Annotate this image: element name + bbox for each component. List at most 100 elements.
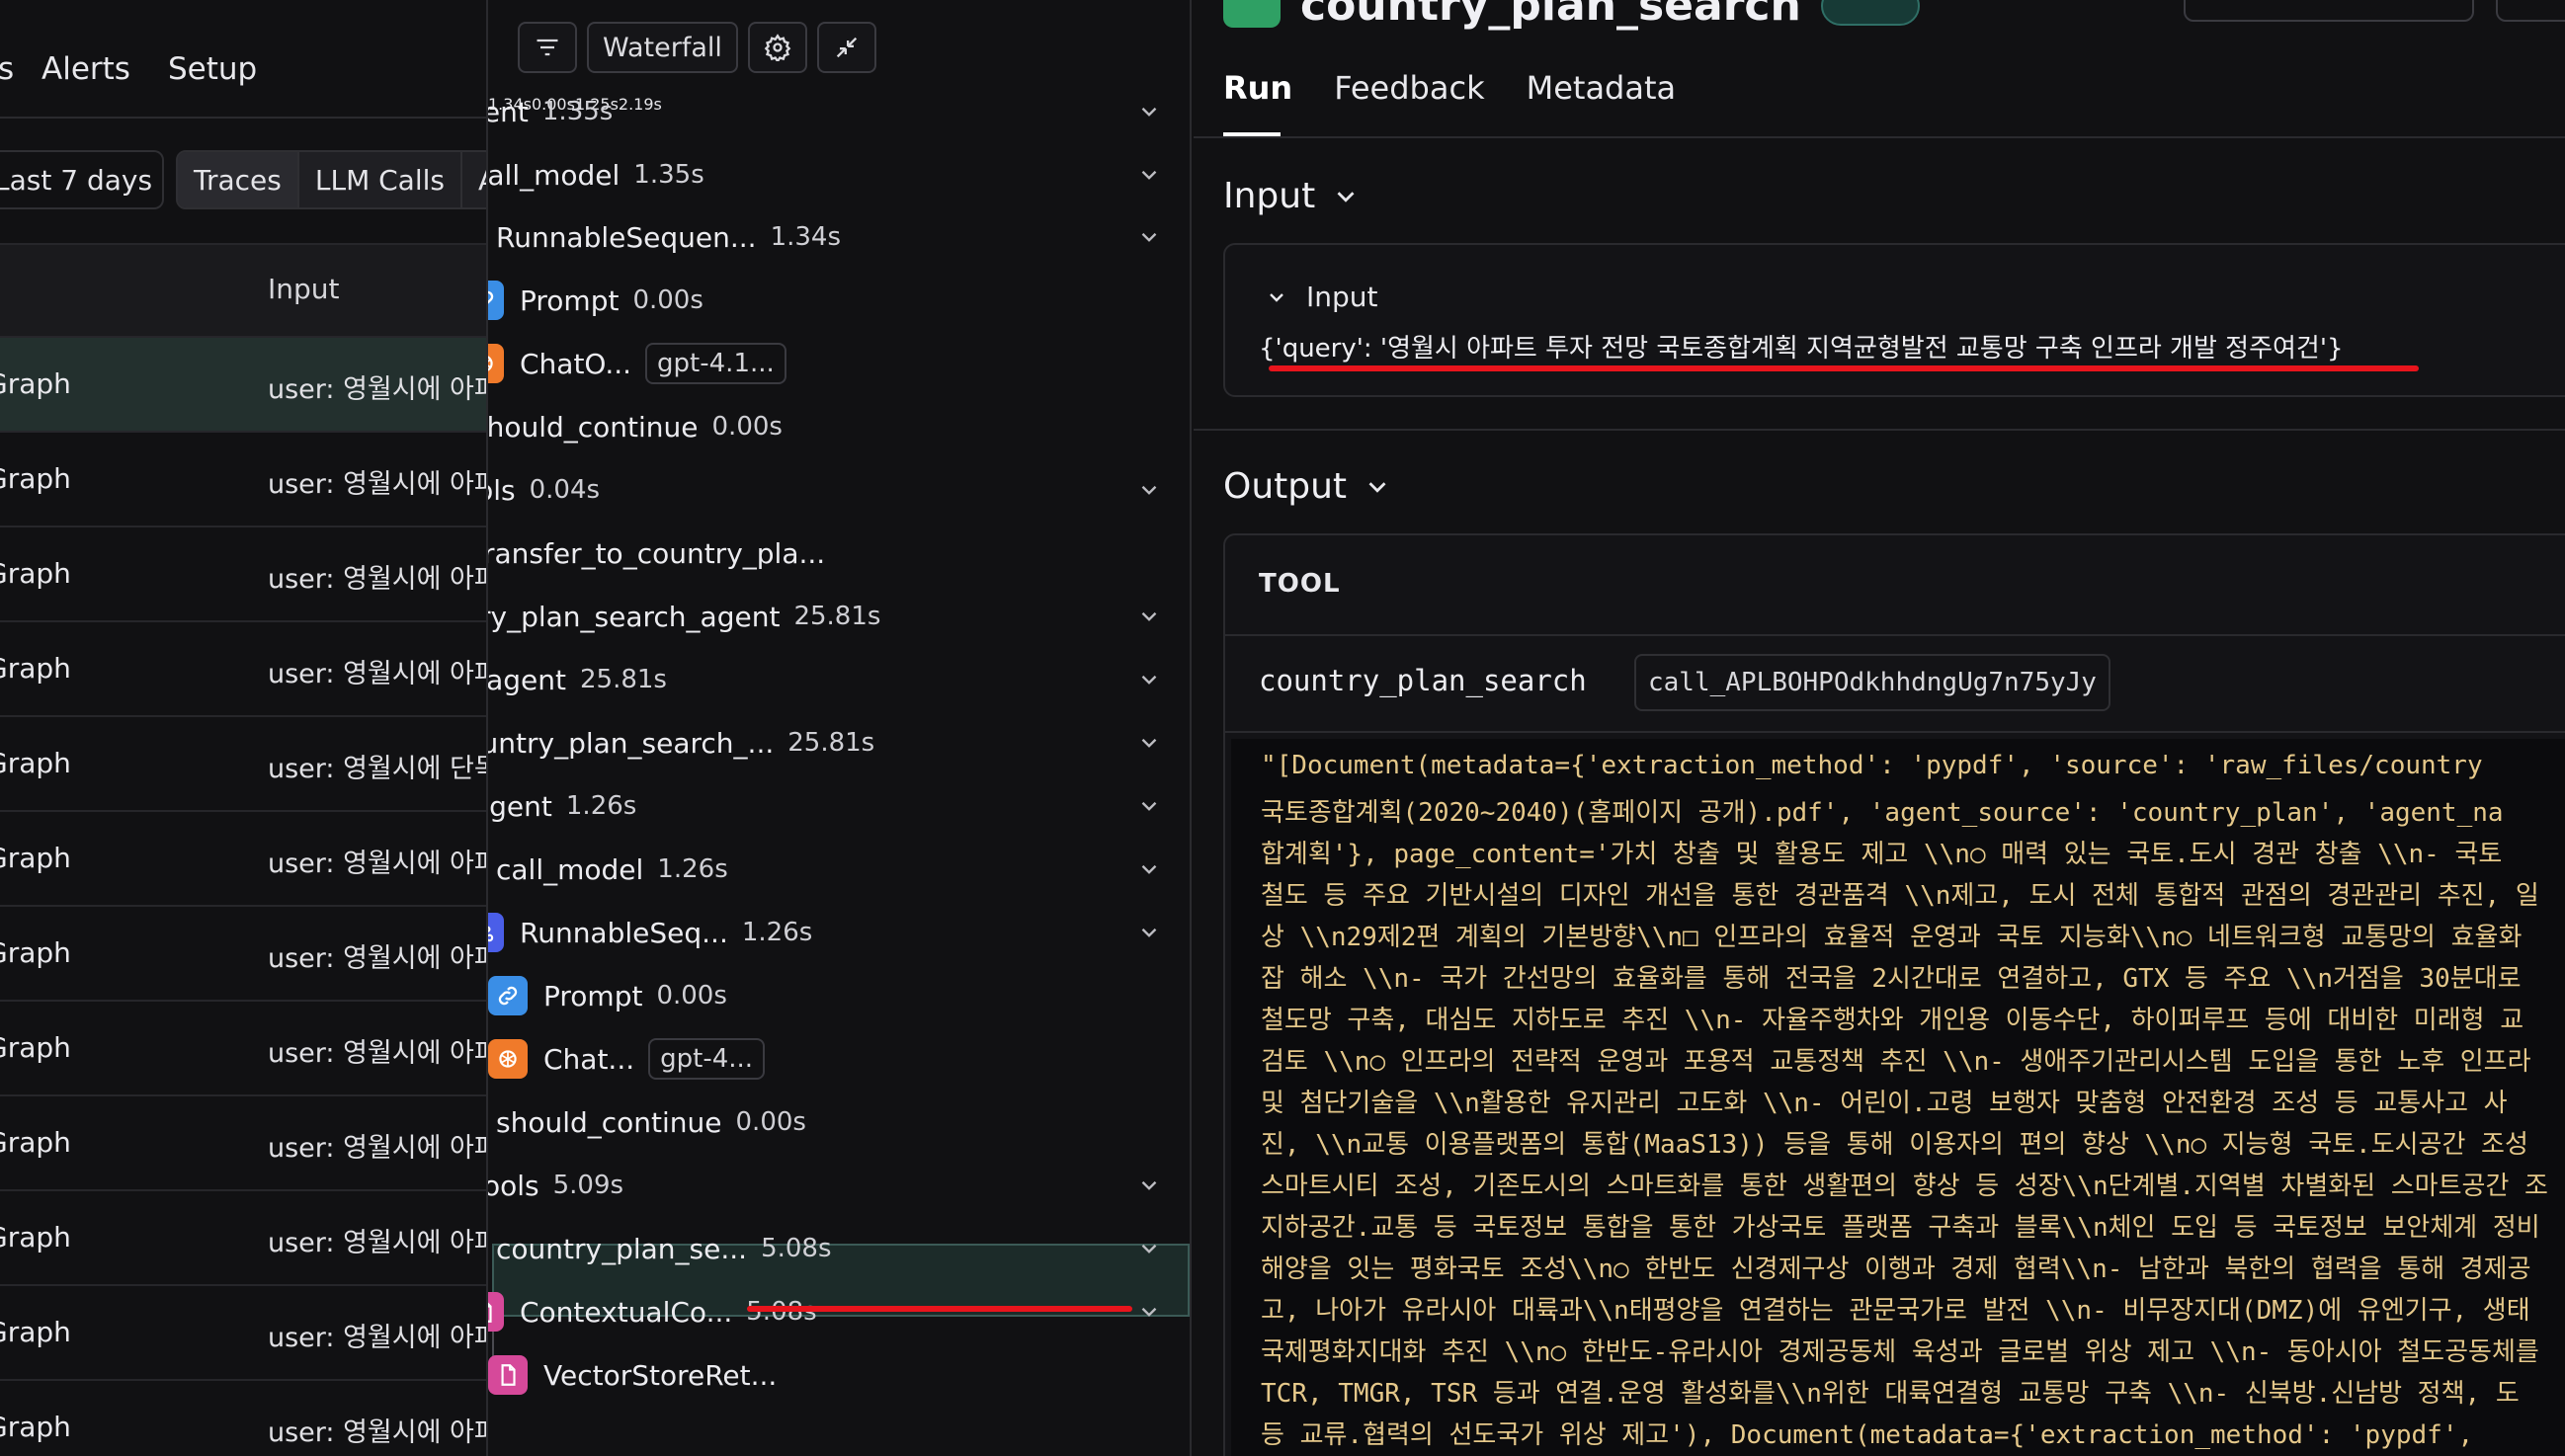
trace-node-name: call_model <box>496 852 644 886</box>
trace-node-name: tools <box>488 473 516 507</box>
table-row[interactable]: Graph user: 영월시에 아파트 <box>0 1096 486 1191</box>
trace-node-latency: 0.00s <box>735 1107 806 1137</box>
trace-node[interactable]: country_plan_search_... 25.81s <box>488 713 875 772</box>
table-row[interactable]: Graph user: 영월시에 아파트 <box>0 812 486 907</box>
tab-run[interactable]: Run <box>1223 69 1292 107</box>
table-row[interactable]: Graph user: 영월시에 아파트 <box>0 1191 486 1286</box>
divider <box>1194 136 2565 138</box>
output-content[interactable]: "[Document(metadata={'extraction_method'… <box>1231 739 2565 1456</box>
trace-node[interactable]: RunnableSeq... 1.26s <box>488 903 812 962</box>
settings-button[interactable] <box>747 22 807 73</box>
trace-node[interactable]: VectorStoreRet... <box>488 1345 777 1405</box>
chevron-down-icon[interactable] <box>1136 1173 1162 1198</box>
tab-feedback[interactable]: Feedback <box>1334 69 1484 107</box>
chevron-down-icon[interactable] <box>1136 920 1162 945</box>
output-line: 철도 등 주요 기반시설의 디자인 개선을 통한 경관품격 \\n제고, 도시 … <box>1261 881 2539 911</box>
table-row[interactable]: Graph user: 영월시에 아파트 <box>0 338 486 433</box>
chevron-down-icon[interactable] <box>1136 667 1162 692</box>
segment-llm-calls[interactable]: LLM Calls <box>296 152 460 207</box>
run-name: Graph <box>0 1221 71 1254</box>
playground-button[interactable] <box>2184 0 2474 22</box>
table-row[interactable]: Graph user: 영월시에 아파트 <box>0 1286 486 1381</box>
run-title-bar: country_plan_search <box>1223 0 1920 31</box>
trace-node[interactable]: Prompt 0.00s <box>488 271 703 330</box>
output-line: 진, \\n교통 이용플랫폼의 통합(MaaS13)) 등을 통해 이용자의 편… <box>1261 1130 2528 1160</box>
output-line: 해양을 잇는 평화국토 조성\\n○ 한반도 신경제구상 이행과 경제 협력\\… <box>1261 1254 2531 1284</box>
date-range-button[interactable]: Last 7 days <box>0 150 165 209</box>
collapse-button[interactable] <box>816 22 876 73</box>
segment-traces[interactable]: Traces <box>178 152 297 207</box>
status-pill <box>1820 0 1920 26</box>
run-input: user: 영월시에 아파트 <box>268 374 486 405</box>
table-row[interactable]: Graph user: 영월시에 아파트 <box>0 527 486 622</box>
nav-setup[interactable]: Setup <box>168 51 257 87</box>
table-row[interactable]: Graph user: 영월시에 아파트 <box>0 622 486 717</box>
trace-node[interactable]: Prompt 0.00s <box>488 966 727 1025</box>
run-name-text: Graph <box>0 367 71 400</box>
chevron-down-icon <box>1337 191 1355 202</box>
trace-node[interactable]: country_plan_search_agent 25.81s <box>488 587 880 646</box>
table-row[interactable]: Graph user: 영월시에 아파트 <box>0 433 486 527</box>
table-row[interactable]: Graph user: 영월시에 아파트 <box>0 907 486 1002</box>
add-to-button[interactable] <box>2496 0 2565 22</box>
chevron-down-icon[interactable] <box>1136 793 1162 819</box>
run-name-text: Graph <box>0 652 71 685</box>
chevron-down-icon[interactable] <box>1136 224 1162 250</box>
openai-icon <box>488 1039 528 1079</box>
trace-node[interactable]: tools 0.04s <box>488 460 601 520</box>
chevron-down-icon[interactable] <box>1136 1236 1162 1261</box>
trace-node[interactable]: transfer_to_country_pla... <box>486 524 826 583</box>
chevron-down-icon[interactable] <box>1136 1299 1162 1325</box>
trace-node-latency: 5.09s <box>552 1171 624 1200</box>
output-section-header[interactable]: Output <box>1223 466 1392 507</box>
trace-node[interactable]: call_model 1.35s <box>488 145 704 204</box>
trace-node[interactable]: should_continue 0.00s <box>488 397 783 456</box>
input-label: Input <box>1306 281 1378 313</box>
trace-node[interactable]: RunnableSequen... 1.34s <box>488 207 841 267</box>
nav-alerts[interactable]: Alerts <box>41 51 130 87</box>
trace-node[interactable]: call_model 1.26s <box>488 840 728 899</box>
table-row[interactable]: Graph user: 영월시에 단독 <box>0 717 486 812</box>
column-header-input[interactable]: Input <box>268 273 340 305</box>
trace-node[interactable]: country_plan_se... 5.08s <box>488 1219 832 1278</box>
model-tag: gpt-4... <box>648 1038 766 1080</box>
trace-node[interactable]: tools 5.09s <box>488 1156 624 1215</box>
trace-node-name: transfer_to_country_pla... <box>486 536 826 570</box>
chevron-down-icon[interactable] <box>1136 856 1162 882</box>
chevron-down-icon[interactable] <box>1136 99 1162 124</box>
table-row[interactable]: Graph user: 영월시에 아파트 <box>0 1381 486 1456</box>
trace-node[interactable]: agent 1.26s <box>488 776 636 836</box>
tool-label: TOOL <box>1259 569 1341 599</box>
trace-node[interactable]: ChatO... gpt-4.1... <box>488 334 786 393</box>
tab-metadata[interactable]: Metadata <box>1527 69 1677 107</box>
trace-node-latency: 25.81s <box>787 728 875 758</box>
chevron-down-icon[interactable] <box>1136 604 1162 629</box>
chevron-down-icon[interactable] <box>1136 477 1162 503</box>
trace-node[interactable]: ContextualCo... 5.08s <box>488 1282 817 1341</box>
input-toggle[interactable]: Input <box>1265 281 1378 313</box>
input-section-header[interactable]: Input <box>1223 176 1361 216</box>
nav-prev-item[interactable]: s <box>0 51 14 87</box>
segment-all[interactable]: A <box>460 152 486 207</box>
trace-node-name: should_continue <box>496 1105 722 1139</box>
output-line: "[Document(metadata={'extraction_method'… <box>1261 751 2483 780</box>
run-input: user: 영월시에 아파트 <box>268 943 486 974</box>
tool-call-id[interactable]: call_APLBOHPOdkhhdngUg7n75yJy <box>1634 654 2110 711</box>
chevron-down-icon[interactable] <box>1136 162 1162 188</box>
trace-node[interactable]: call_agent 25.81s <box>488 650 667 709</box>
run-name-text: Graph <box>0 1031 71 1064</box>
chevron-down-icon[interactable] <box>1136 730 1162 756</box>
run-type-segmented-control: Traces LLM Calls A <box>176 150 486 209</box>
trace-node-name: Chat... <box>543 1042 635 1076</box>
filter-bar: Last 7 days Traces LLM Calls A <box>0 150 486 209</box>
view-mode-button[interactable]: Waterfall <box>587 22 738 73</box>
filter-button[interactable] <box>518 22 577 73</box>
trace-node-name: agent <box>488 789 552 823</box>
table-row[interactable]: Graph user: 영월시에 아파트 <box>0 1002 486 1096</box>
trace-node[interactable]: should_continue 0.00s <box>488 1092 806 1152</box>
trace-node[interactable]: Chat... gpt-4... <box>488 1029 766 1089</box>
trace-node-latency: 0.00s <box>632 285 703 315</box>
run-detail-panel: country_plan_search Run Feedback Metadat… <box>1194 0 2565 1456</box>
trace-node-latency: 0.04s <box>529 475 601 505</box>
trace-node[interactable]: agent 1.35s <box>488 82 613 141</box>
